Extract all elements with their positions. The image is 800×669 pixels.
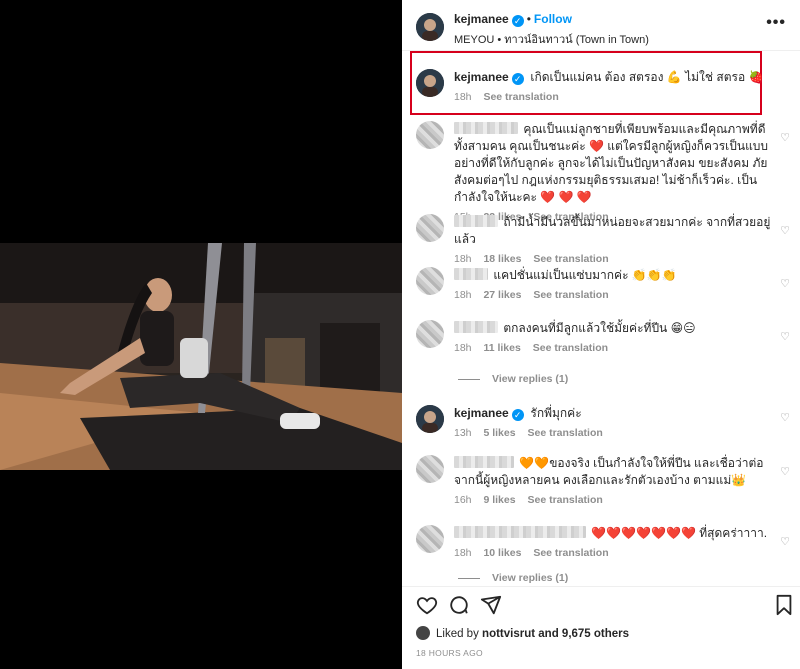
avatar[interactable] [416,320,444,348]
liked-by-user[interactable]: nottvisrut [482,628,535,640]
view-replies-label: View replies (1) [492,373,569,385]
verified-icon: ✓ [511,73,524,85]
view-replies-label: View replies (1) [492,572,569,584]
comment-text: คุณเป็นแม่ลูกชายที่เพียบพร้อมและมีคุณภาพ… [454,122,769,204]
see-translation-link[interactable]: See translation [483,91,558,103]
comment-text: แคปชั่นแม่เป็นแซ่บมากค่ะ 👏👏👏 [493,268,677,282]
liked-by-prefix: Liked by [436,628,479,640]
avatar[interactable] [416,525,444,553]
follow-button[interactable]: Follow [534,12,572,26]
comment-time[interactable]: 13h [454,427,472,439]
action-bar [402,590,800,618]
heart-icon[interactable]: ♡ [780,330,790,343]
post-username[interactable]: kejmanee [454,12,509,26]
heart-icon[interactable]: ♡ [780,224,790,237]
avatar[interactable] [416,626,430,640]
comment-likes[interactable]: 11 likes [483,342,520,354]
post-details-panel: kejmanee ✓ • Follow MEYOU • ทาวน์อินทาวน์ (… [402,0,800,669]
post-timestamp[interactable]: 18 HOURS AGO [416,648,483,658]
comments-list: kejmanee ✓ เกิดเป็นแม่คน ต้อง สตรอง 💪 ไม่… [402,51,800,586]
avatar[interactable] [416,121,444,149]
media-panel [0,0,402,669]
post-header: kejmanee ✓ • Follow MEYOU • ทาวน์อินทาวน์ (… [402,0,800,50]
avatar[interactable] [416,69,444,97]
blurred-username[interactable] [454,268,488,280]
blurred-username[interactable] [454,526,586,538]
actions-divider [402,586,800,587]
avatar[interactable] [416,267,444,295]
see-translation-link[interactable]: See translation [533,289,608,301]
heart-icon[interactable]: ♡ [780,131,790,144]
avatar[interactable] [416,13,444,41]
comment-likes[interactable]: 10 likes [483,547,521,559]
see-translation-link[interactable]: See translation [533,342,608,354]
comment-text: รักพี่มุกค่ะ [530,406,582,420]
heart-icon[interactable]: ♡ [780,535,790,548]
verified-icon: ✓ [511,15,524,27]
comment-text: ❤️❤️❤️❤️❤️❤️❤️ ที่สุดคร่าาาา. [591,526,768,540]
see-translation-link[interactable]: See translation [533,547,608,559]
comment-time[interactable]: 18h [454,547,472,559]
comment-time[interactable]: 16h [454,494,472,506]
comment-likes[interactable]: 27 likes [483,289,521,301]
caption-time[interactable]: 18h [454,91,472,103]
share-icon[interactable] [480,594,502,621]
caption-text: เกิดเป็นแม่คน ต้อง สตรอง 💪 ไม่ใช่ สตรอ 🍓 [530,70,764,84]
save-icon[interactable] [774,594,794,621]
heart-icon[interactable]: ♡ [780,277,790,290]
blurred-username[interactable] [454,321,498,333]
replies-line [458,378,480,380]
see-translation-link[interactable]: See translation [528,427,603,439]
comment-likes[interactable]: 9 likes [483,494,515,506]
view-replies-button[interactable]: View replies (1) [458,572,568,584]
heart-icon[interactable]: ♡ [780,465,790,478]
comment-likes[interactable]: 18 likes [483,253,521,265]
comment-time[interactable]: 18h [454,342,472,354]
blurred-username[interactable] [454,215,498,227]
avatar[interactable] [416,455,444,483]
comment-text: ถ้ามีน้ำมีนวลขึ้นมาหน่อยจะสวยมากค่ะ จากท… [454,215,771,246]
likes-summary: Liked by nottvisrut and 9,675 others [416,626,629,640]
heart-icon[interactable] [416,594,438,621]
comment-text: ตกลงคนที่มีลูกแล้วใช้มั้ยค่ะที่ปีน 😁😑 [503,321,696,335]
liked-by-others[interactable]: and 9,675 others [538,628,629,640]
caption-username[interactable]: kejmanee [454,70,509,84]
comment-icon[interactable] [448,594,470,621]
comment-likes[interactable]: 5 likes [483,427,515,439]
heart-icon[interactable]: ♡ [780,411,790,424]
comment-time[interactable]: 18h [454,289,472,301]
separator-dot: • [526,12,531,26]
more-icon[interactable]: ••• [766,14,786,32]
avatar[interactable] [416,405,444,433]
blurred-username[interactable] [454,456,514,468]
post-photo[interactable] [0,243,402,470]
comment-time[interactable]: 18h [454,253,472,265]
post-location[interactable]: MEYOU • ทาวน์อินทาวน์ (Town in Town) [454,30,649,48]
see-translation-link[interactable]: See translation [528,494,603,506]
view-replies-button[interactable]: View replies (1) [458,373,568,385]
see-translation-link[interactable]: See translation [533,253,608,265]
avatar[interactable] [416,214,444,242]
blurred-username[interactable] [454,122,518,134]
verified-icon: ✓ [511,409,524,421]
replies-line [458,577,480,579]
comment-username[interactable]: kejmanee [454,406,509,420]
